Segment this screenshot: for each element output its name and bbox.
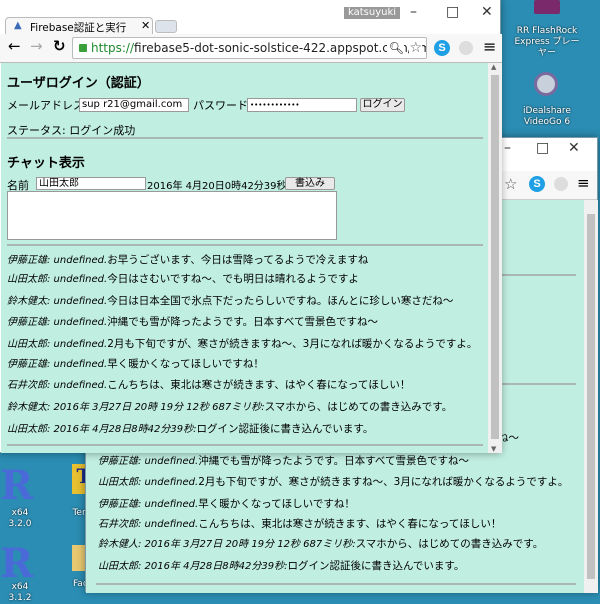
write-button[interactable]: 書込み	[285, 177, 335, 190]
menu-icon[interactable]: ≡	[483, 37, 496, 56]
tab-close-icon[interactable]: ✕	[141, 19, 150, 32]
menu-icon[interactable]: ≡	[577, 174, 590, 192]
list-item: 石井次郎: undefined.こんちちは、東北は寒さが続きます、はやく春になっ…	[7, 379, 411, 391]
list-item: 鈴木健人: 2016年 3月27日 20時 19分 12秒 687ミリ秒:スマホ…	[98, 538, 544, 550]
extension-icon[interactable]	[459, 41, 473, 55]
tab-active[interactable]: ▲ Firebase認証と実行 ✕	[5, 17, 153, 35]
address-bar[interactable]: https://firebase5-dot-sonic-solstice-422…	[72, 37, 427, 59]
desktop-icon-flashrock[interactable]: RR FlashRock Express プレーヤー	[512, 0, 582, 58]
maximize-button[interactable]: □	[446, 4, 459, 20]
lock-icon	[79, 44, 87, 52]
login-status: ステータス: ログイン成功	[7, 124, 136, 137]
r-icon: R	[0, 462, 34, 509]
firebase-favicon: ▲	[14, 20, 22, 31]
minimize-button[interactable]: –	[504, 140, 511, 156]
minimize-button[interactable]: –	[410, 4, 417, 20]
star-icon[interactable]: ☆	[504, 175, 517, 193]
message-textarea[interactable]	[7, 191, 337, 240]
skype-icon[interactable]: S	[434, 40, 450, 56]
r-icon: R	[0, 540, 34, 587]
maximize-button[interactable]: □	[536, 140, 549, 156]
reload-icon[interactable]: ↻	[53, 37, 66, 55]
skype-icon[interactable]: S	[529, 176, 545, 192]
page-scrollbar[interactable]: ▲ ▼	[488, 63, 502, 453]
list-item: 伊藤正雄: undefined.沖縄でも雪が降ったようです。日本すべて雪景色です…	[7, 316, 378, 328]
login-heading: ユーザログイン（認証）	[7, 76, 150, 91]
list-item: 伊藤正雄: undefined.早く暖かくなってほしいですね！	[7, 358, 264, 370]
list-item: 鈴木健太: 2016年 3月27日 20時 19分 12秒 687ミリ秒:スマホ…	[7, 401, 453, 413]
list-item: 伊藤正雄: undefined.お早うございます、今日は雪降ってるようで冷えます…	[7, 254, 369, 266]
list-item: 山田太郎: 2016年 4月28日8時42分39秒:ログイン認証後に書き込んでい…	[7, 423, 374, 435]
list-item: 伊藤正雄: undefined.早く暖かくなってほしいですね！	[98, 498, 355, 510]
new-tab-button[interactable]	[155, 20, 177, 33]
list-item: 石井次郎: undefined.こんちちは、東北は寒さが続きます、はやく春になっ…	[98, 518, 502, 530]
zoom-icon[interactable]: 🔍︎	[386, 38, 404, 58]
list-item: 山田太郎: 2016年 4月28日8時42分39秒:ログイン認証後に書き込んでい…	[98, 560, 465, 572]
star-icon[interactable]: ☆	[409, 38, 422, 58]
name-field[interactable]: 山田太郎	[36, 177, 146, 190]
current-datetime: 2016年 4月20日0時42分39秒	[147, 181, 287, 192]
list-item: 山田太郎: undefined.2月も下旬ですが、寒さが続きますね〜、3月になれ…	[98, 476, 569, 488]
list-item: 山田太郎: undefined.2月も下旬ですが、寒さが続きますね〜、3月になれ…	[7, 338, 478, 350]
flashrock-icon	[534, 0, 560, 14]
login-button[interactable]: ログイン	[360, 98, 405, 112]
back-scrollbar[interactable]	[584, 200, 598, 593]
list-item: 鈴木健太: undefined.今日は日本全国で氷点下だったらしいですね。ほんと…	[7, 295, 454, 307]
front-browser-window[interactable]: katsuyuki – □ ✕ ▲ Firebase認証と実行 ✕ ← → ↻ …	[0, 0, 502, 453]
close-button[interactable]: ✕	[568, 140, 580, 156]
email-field[interactable]: sup r21@gmail.com	[79, 98, 189, 112]
desktop-icon-idealshare[interactable]: iDealshare VideoGo 6	[512, 68, 582, 128]
scroll-up-icon[interactable]: ▲	[491, 63, 496, 71]
chat-heading: チャット表示	[7, 156, 85, 171]
list-item: 伊藤正雄: undefined.沖縄でも雪が降ったようです。日本すべて雪景色です…	[98, 455, 469, 467]
password-field[interactable]: ••••••••••••	[247, 98, 357, 112]
desktop-icon-r312[interactable]: R x64 3.1.2	[0, 540, 40, 603]
desktop-icon-r320[interactable]: R x64 3.2.0	[0, 462, 40, 529]
videogo-icon	[534, 72, 558, 96]
back-icon[interactable]: ←	[8, 37, 21, 55]
page-content: ユーザログイン（認証） メールアドレス sup r21@gmail.com パス…	[1, 63, 488, 453]
forward-icon[interactable]: →	[30, 37, 43, 55]
scroll-down-icon[interactable]: ▼	[491, 445, 496, 453]
list-item: 山田太郎: undefined.今日はさむいですね〜、でも明日は晴れるようですよ	[7, 273, 359, 285]
extension-icon[interactable]	[554, 177, 568, 191]
close-button[interactable]: ✕	[481, 4, 493, 20]
user-badge: katsuyuki	[344, 7, 401, 19]
